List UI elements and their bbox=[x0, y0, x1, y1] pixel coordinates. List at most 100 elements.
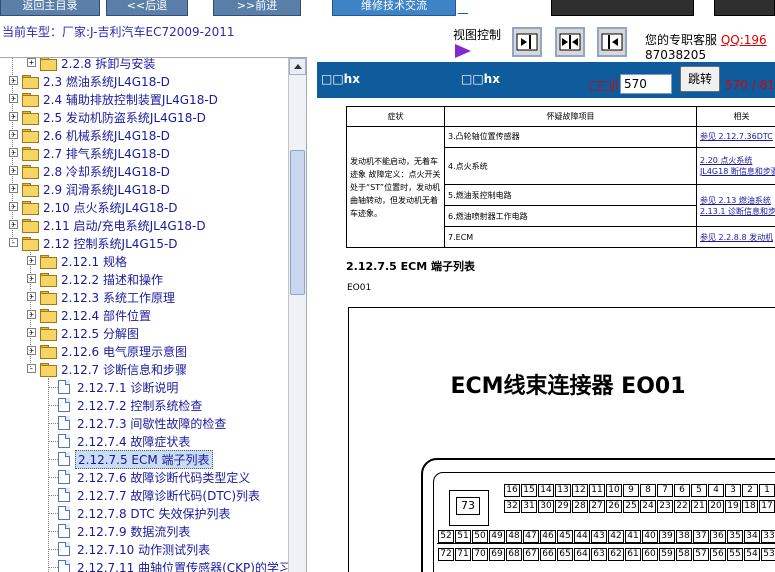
connector-pin: 29 bbox=[555, 500, 571, 513]
tree-item[interactable]: 2.12.7.9 数据流列表 bbox=[48, 522, 192, 540]
table-cell: 6.燃油喷射器工作电路 bbox=[444, 205, 697, 228]
qq-link[interactable]: QQ:196 bbox=[721, 33, 767, 47]
reference-link[interactable]: 2.20 点火系统 JL4G18 断信息和步骤 bbox=[696, 146, 775, 186]
tech-exchange-button[interactable]: 维修技术交流 bbox=[332, 0, 456, 16]
connector-pin: 17 bbox=[759, 500, 775, 513]
tree-item[interactable]: +2.10 点火系统JL4G18-D bbox=[9, 198, 180, 216]
tree-item[interactable]: - 2.12.7 诊断信息和步骤 bbox=[27, 360, 189, 378]
tree-item[interactable]: +2.12.6 电气原理示意图 bbox=[27, 342, 189, 360]
tree-item[interactable]: +2.12.4 部件位置 bbox=[27, 306, 153, 324]
view-right-panel-button[interactable] bbox=[597, 27, 627, 57]
connector-pin: 33 bbox=[761, 530, 775, 543]
tree-item[interactable]: 2.12.7.3 间歇性故障的检查 bbox=[48, 414, 228, 432]
tree-item[interactable]: +2.3 燃油系统JL4G18-D bbox=[9, 72, 172, 90]
customer-service: 您的专职客服 QQ:196 bbox=[645, 31, 767, 48]
expand-icon[interactable]: + bbox=[9, 202, 18, 211]
tree-item[interactable]: +2.2.8 拆卸与安装 bbox=[27, 58, 157, 72]
tree-item[interactable]: 2.12.7.10 动作测试列表 bbox=[48, 540, 212, 558]
tree-item-label: 2.3 燃油系统JL4G18-D bbox=[43, 74, 170, 89]
scrollbar-thumb[interactable] bbox=[290, 150, 305, 295]
toolbar-button-6[interactable] bbox=[714, 0, 775, 16]
tree-item[interactable]: +2.4 辅助排放控制装置JL4G18-D bbox=[9, 90, 220, 108]
folder-icon bbox=[40, 345, 57, 359]
back-button[interactable]: <<后退 bbox=[106, 0, 188, 16]
connector-pin: 41 bbox=[625, 530, 641, 543]
collapse-icon[interactable]: - bbox=[9, 238, 18, 247]
collapse-icon[interactable]: - bbox=[27, 364, 36, 373]
expand-icon[interactable]: + bbox=[9, 184, 18, 193]
tree-item[interactable]: +2.12.1 规格 bbox=[27, 252, 129, 270]
connector-pin: 12 bbox=[572, 484, 588, 497]
tree-item[interactable]: +2.12.3 系统工作原理 bbox=[27, 288, 177, 306]
tree-item[interactable]: +2.6 机械系统JL4G18-D bbox=[9, 126, 172, 144]
tree-item-label: 2.12.7.3 间歇性故障的检查 bbox=[77, 416, 227, 431]
tree-item[interactable]: - 2.12 控制系统JL4G15-D bbox=[9, 234, 180, 252]
expand-icon[interactable]: + bbox=[27, 292, 36, 301]
tree-item[interactable]: 2.12.7.8 DTC 失效保护列表 bbox=[48, 504, 233, 522]
tree-item[interactable]: 2.12.7.1 诊断说明 bbox=[48, 378, 180, 396]
reference-link[interactable]: 参见 2.13 燃油系统 2.13.1 诊断信息和步 bbox=[696, 184, 775, 228]
tree-connector-line bbox=[48, 549, 58, 550]
scroll-up-arrow-icon[interactable] bbox=[289, 58, 306, 75]
connector-pin: 15 bbox=[521, 484, 537, 497]
tree-item-label: 2.12.7 诊断信息和步骤 bbox=[61, 362, 187, 377]
toolbar-link[interactable] bbox=[458, 4, 468, 14]
tree-item[interactable]: +2.12.5 分解图 bbox=[27, 324, 141, 342]
back-to-main-button[interactable]: 返回主目录 bbox=[0, 0, 100, 16]
section-title: 2.12.7.5 ECM 端子列表 bbox=[346, 260, 475, 273]
expand-icon[interactable]: + bbox=[27, 310, 36, 319]
reference-link[interactable]: 参见 2.12.7.36DTC bbox=[696, 126, 775, 148]
expand-icon[interactable]: + bbox=[9, 94, 18, 103]
expand-icon[interactable]: + bbox=[27, 256, 36, 265]
expand-icon[interactable]: + bbox=[9, 148, 18, 157]
expand-icon[interactable]: + bbox=[9, 130, 18, 139]
expand-icon[interactable]: + bbox=[9, 220, 18, 229]
tree-item[interactable]: 2.12.7.6 故障诊断代码类型定义 bbox=[48, 468, 252, 486]
tree-item[interactable]: 2.12.7.5 ECM 端子列表 bbox=[48, 449, 213, 469]
tree-item[interactable]: 2.12.7.2 控制系统检查 bbox=[48, 396, 204, 414]
tree-item-label: 2.12.7.8 DTC 失效保护列表 bbox=[77, 506, 231, 521]
tree-scrollbar[interactable] bbox=[288, 58, 306, 572]
key-pin-label: 73 bbox=[456, 497, 480, 515]
view-left-panel-button[interactable] bbox=[512, 27, 542, 57]
connector-pin: 3 bbox=[725, 484, 741, 497]
folder-icon bbox=[22, 111, 39, 125]
expand-icon[interactable]: + bbox=[27, 328, 36, 337]
tree-item[interactable]: +2.11 启动/充电系统JL4G18-D bbox=[9, 216, 208, 234]
tree-item[interactable]: 2.12.7.4 故障症状表 bbox=[48, 432, 192, 450]
connector-pin: 25 bbox=[623, 500, 639, 513]
jump-button[interactable]: 跳转 bbox=[680, 66, 720, 92]
expand-icon[interactable]: + bbox=[9, 76, 18, 85]
connector-pin: 18 bbox=[742, 500, 758, 513]
expand-icon[interactable]: + bbox=[27, 274, 36, 283]
tree-item-label: 2.5 发动机防盗系统JL4G18-D bbox=[43, 110, 206, 125]
connector-pin: 13 bbox=[555, 484, 571, 497]
tree-item[interactable]: 2.12.7.11 曲轴位置传感器(CKP)的学习 bbox=[48, 558, 293, 572]
view-split-button[interactable] bbox=[555, 27, 585, 57]
tree-item[interactable]: +2.8 冷却系统JL4G18-D bbox=[9, 162, 172, 180]
tree-connector-line bbox=[48, 495, 58, 496]
tree-connector-line bbox=[12, 58, 13, 243]
forward-button[interactable]: >>前进 bbox=[213, 0, 301, 16]
expand-icon[interactable]: + bbox=[9, 112, 18, 121]
tree-item[interactable]: +2.5 发动机防盗系统JL4G18-D bbox=[9, 108, 208, 126]
reference-link[interactable]: 参见 2.2.8.8 发动机 bbox=[696, 226, 775, 248]
page-number-input[interactable] bbox=[620, 74, 672, 94]
expand-right-icon bbox=[516, 33, 538, 51]
tree-item[interactable]: +2.7 排气系统JL4G18-D bbox=[9, 144, 172, 162]
connector-pin: 48 bbox=[506, 530, 522, 543]
customer-service-label: 您的专职客服 bbox=[645, 33, 718, 47]
connector-pin: 35 bbox=[727, 530, 743, 543]
toolbar-button-5[interactable] bbox=[551, 0, 694, 16]
connector-pin: 8 bbox=[640, 484, 656, 497]
expand-icon[interactable]: + bbox=[9, 166, 18, 175]
table-cell: 4.点火系统 bbox=[444, 146, 697, 186]
tree-item[interactable]: 2.12.7.7 故障诊断代码(DTC)列表 bbox=[48, 486, 262, 504]
expand-icon[interactable]: + bbox=[27, 58, 36, 67]
tree-item[interactable]: +2.12.2 描述和操作 bbox=[27, 270, 165, 288]
connector-pin: 59 bbox=[659, 548, 675, 561]
connector-pin: 55 bbox=[727, 548, 743, 561]
expand-icon[interactable]: + bbox=[27, 346, 36, 355]
tree-item[interactable]: +2.9 润滑系统JL4G18-D bbox=[9, 180, 172, 198]
page-navigation: □□jǐ 跳转 570 / 814 bbox=[317, 62, 775, 98]
